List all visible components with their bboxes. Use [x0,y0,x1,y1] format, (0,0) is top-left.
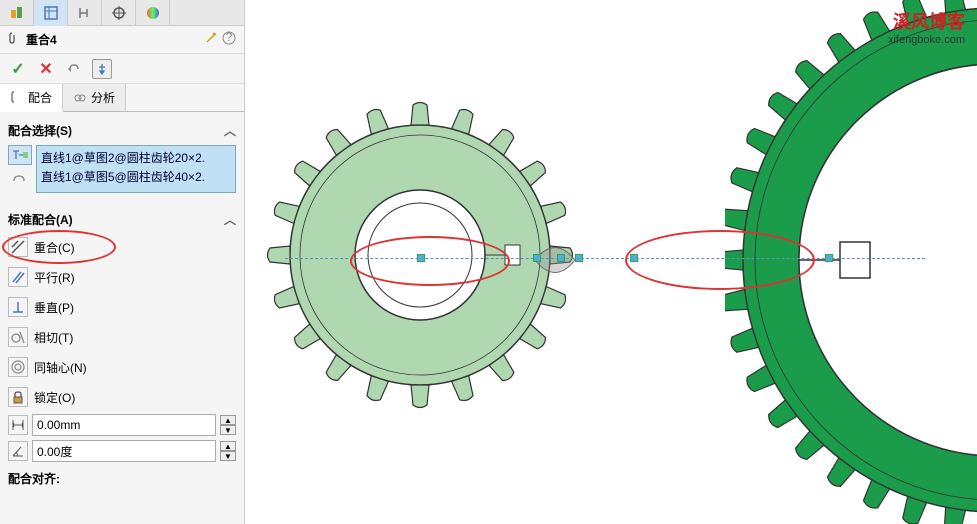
pin-button[interactable] [92,59,112,79]
spin-down[interactable]: ▼ [220,451,236,461]
tab-analysis-label: 分析 [91,89,115,106]
help-icon[interactable]: ? [222,31,236,48]
selection-item[interactable]: 直线1@草图2@圆柱齿轮20×2. [39,148,233,167]
concentric-icon [8,357,28,377]
mate-label: 垂直(P) [34,299,74,316]
sub-tab-row: 配合 分析 [0,84,244,112]
selection-header[interactable]: 配合选择(S) ︿ [8,118,236,143]
tangent-icon [8,327,28,347]
gear-large[interactable] [725,0,977,524]
wand-icon[interactable] [204,31,218,48]
distance-icon [8,415,28,435]
feature-title: 重合4 [26,31,200,48]
tab-mate-label: 配合 [28,89,52,106]
watermark-cn: 溪风博客 [888,8,965,34]
watermark: 溪风博客 xifengboke.com [888,8,965,46]
chevron-up-icon: ︿ [224,211,236,228]
top-tab-row [0,0,244,26]
mate-parallel[interactable]: 平行(R) [0,262,244,292]
alignment-label: 配合对齐: [8,470,60,487]
tab-mate[interactable]: 配合 [0,84,63,112]
mate-perpendicular[interactable]: 垂直(P) [0,292,244,322]
tab-assembly[interactable] [0,0,34,26]
perpendicular-icon [8,297,28,317]
property-panel: 重合4 ? ✓ ✕ 配合 分析 配合选择(S) ︿ [0,0,245,524]
undo-button[interactable] [64,59,84,79]
clip-icon [8,31,22,48]
standard-header[interactable]: 标准配合(A) ︿ [0,207,244,232]
feature-header: 重合4 ? [0,26,244,54]
selection-row: 直线1@草图2@圆柱齿轮20×2. 直线1@草图5@圆柱齿轮40×2. [8,143,236,195]
cancel-button[interactable]: ✕ [36,59,56,79]
lock-icon [8,387,28,407]
spin-up[interactable]: ▲ [220,415,236,425]
alignment-header: 配合对齐: [0,464,244,489]
mate-label: 平行(R) [34,269,75,286]
angle-input[interactable] [32,440,216,462]
ok-button[interactable]: ✓ [8,59,28,79]
standard-mates-section: 标准配合(A) ︿ 重合(C) 平行(R) 垂直(P) [0,201,244,495]
mate-list: 重合(C) 平行(R) 垂直(P) 相切(T) [0,232,244,412]
distance-input[interactable] [32,414,216,436]
spin-up[interactable]: ▲ [220,441,236,451]
mate-lock[interactable]: 锁定(O) [0,382,244,412]
parallel-icon [8,267,28,287]
mate-tangent[interactable]: 相切(T) [0,322,244,352]
mate-concentric[interactable]: 同轴心(N) [0,352,244,382]
selection-mode-icons [8,145,32,193]
sel-components-icon[interactable] [8,167,32,187]
distance-row: ▲ ▼ [0,412,244,438]
svg-text:?: ? [226,31,233,44]
selection-list[interactable]: 直线1@草图2@圆柱齿轮20×2. 直线1@草图5@圆柱齿轮40×2. [36,145,236,193]
mate-label: 重合(C) [34,239,75,256]
viewport[interactable]: 溪风博客 xifengboke.com [245,0,977,524]
selection-section: 配合选择(S) ︿ 直线1@草图2@圆柱齿轮20×2. 直线1@草图5@圆柱齿轮… [0,112,244,201]
tab-config[interactable] [68,0,102,26]
standard-header-label: 标准配合(A) [8,211,73,228]
angle-spinner: ▲ ▼ [220,441,236,461]
mate-label: 相切(T) [34,329,73,346]
distance-spinner: ▲ ▼ [220,415,236,435]
tab-analysis[interactable]: 分析 [63,84,126,111]
sel-entities-icon[interactable] [8,145,32,165]
coincident-icon [8,237,28,257]
watermark-en: xifengboke.com [888,34,965,46]
selection-header-label: 配合选择(S) [8,122,72,139]
spin-down[interactable]: ▼ [220,425,236,435]
tab-appearance[interactable] [136,0,170,26]
angle-row: ▲ ▼ [0,438,244,464]
mate-label: 锁定(O) [34,389,75,406]
mate-label: 同轴心(N) [34,359,87,376]
mate-coincident[interactable]: 重合(C) [0,232,244,262]
axis-marker [630,254,638,262]
tab-feature-tree[interactable] [34,0,68,26]
angle-icon [8,441,28,461]
chevron-up-icon: ︿ [224,122,236,139]
tab-target[interactable] [102,0,136,26]
mate-indicator [525,225,605,295]
selection-item[interactable]: 直线1@草图5@圆柱齿轮40×2. [39,167,233,186]
command-row: ✓ ✕ [0,54,244,84]
